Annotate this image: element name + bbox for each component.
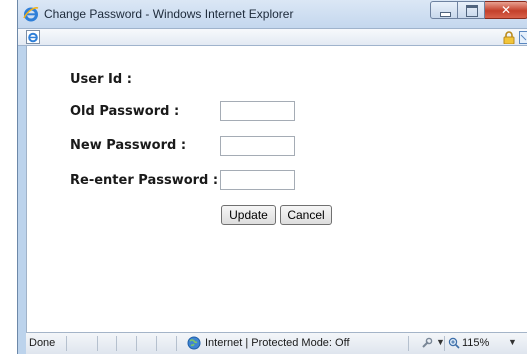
close-button[interactable]: ✕ (485, 1, 527, 19)
security-zone-text[interactable]: Internet | Protected Mode: Off (205, 337, 350, 349)
status-divider (136, 336, 137, 351)
globe-icon (187, 336, 201, 350)
update-button[interactable]: Update (221, 205, 276, 225)
minimize-icon (440, 12, 451, 17)
close-icon: ✕ (500, 3, 512, 17)
zoom-level[interactable]: 115% (462, 337, 489, 349)
protected-mode-tools-icon[interactable] (421, 337, 433, 349)
old-password-label: Old Password : (70, 104, 180, 119)
status-bar: Done Internet | Protected Mode: Off ▼ 11… (26, 332, 527, 354)
status-divider (408, 336, 409, 351)
user-id-label: User Id : (70, 72, 132, 87)
old-password-field[interactable] (220, 101, 295, 121)
status-divider (97, 336, 98, 351)
status-divider (156, 336, 157, 351)
lock-icon[interactable] (503, 31, 515, 44)
ie-window: Change Password - Windows Internet Explo… (17, 0, 527, 354)
page-content: User Id : Old Password : New Password : … (26, 46, 527, 332)
status-divider (66, 336, 67, 351)
status-divider (116, 336, 117, 351)
chevron-down-icon[interactable]: ▼ (508, 337, 517, 347)
page-info-bar (18, 28, 527, 46)
minimize-button[interactable] (430, 1, 458, 19)
ie-icon (23, 7, 39, 22)
page-tools-icon[interactable] (519, 31, 527, 44)
reenter-password-field[interactable] (220, 170, 295, 190)
reenter-password-label: Re-enter Password : (70, 173, 219, 188)
status-divider (444, 336, 445, 351)
ie-page-icon (26, 30, 40, 44)
new-password-label: New Password : (70, 138, 187, 153)
zoom-icon (448, 337, 460, 349)
maximize-icon (466, 5, 478, 17)
title-bar[interactable]: Change Password - Windows Internet Explo… (18, 0, 527, 28)
new-password-field[interactable] (220, 136, 295, 156)
maximize-button[interactable] (458, 1, 485, 19)
window-title: Change Password - Windows Internet Explo… (44, 7, 294, 21)
status-divider (176, 336, 177, 351)
cancel-button[interactable]: Cancel (280, 205, 332, 225)
status-text: Done (29, 337, 56, 349)
